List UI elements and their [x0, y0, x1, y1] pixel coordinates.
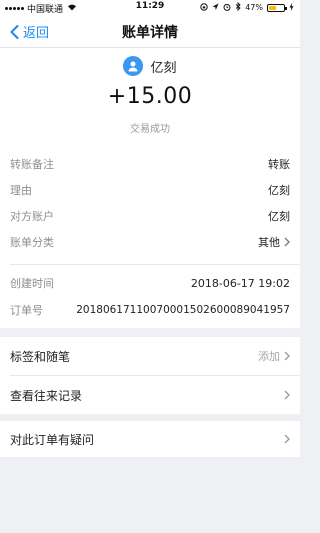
transaction-status: 交易成功: [130, 124, 170, 135]
history-right: [280, 390, 290, 400]
detail-row-category[interactable]: 账单分类 其他: [10, 230, 290, 254]
payee: 亿刻: [0, 56, 300, 76]
detail-value: 转账: [268, 158, 290, 171]
location-icon: [212, 3, 219, 13]
tags-label: 标签和随笔: [10, 349, 71, 364]
history-row[interactable]: 查看往来记录: [0, 376, 300, 414]
detail-row-created: 创建时间 2018-06-17 19:02: [10, 271, 290, 295]
status-right: 47%: [200, 1, 294, 13]
detail-value: 亿刻: [268, 210, 290, 223]
detail-value: 其他: [258, 236, 280, 249]
battery-percent: 47%: [245, 3, 263, 12]
nav-bar: 返回 账单详情: [0, 14, 300, 48]
chevron-right-icon: [284, 237, 290, 247]
actions-group: 标签和随笔 添加 查看往来记录: [0, 337, 300, 414]
detail-label: 理由: [10, 184, 32, 197]
detail-label: 账单分类: [10, 236, 54, 249]
question-group: 对此订单有疑问: [0, 421, 300, 457]
avatar: [123, 56, 144, 76]
detail-row-note: 转账备注 转账: [10, 152, 290, 176]
divider: [10, 264, 300, 265]
detail-label: 转账备注: [10, 158, 54, 171]
question-label: 对此订单有疑问: [10, 432, 95, 447]
chevron-right-icon: [284, 390, 290, 400]
detail-row-account: 对方账户 亿刻: [10, 204, 290, 228]
tags-row[interactable]: 标签和随笔 添加: [0, 337, 300, 375]
tags-hint: 添加: [258, 350, 280, 363]
bluetooth-icon: [235, 1, 241, 13]
battery-icon: [267, 3, 287, 12]
lock-rotation-icon: [200, 2, 208, 13]
detail-row-order-id: 订单号 20180617110070001502600089041957: [10, 298, 290, 322]
user-icon: [128, 61, 138, 72]
payee-name: 亿刻: [150, 60, 177, 76]
category-value-group: 其他: [258, 234, 290, 250]
page-title: 账单详情: [122, 25, 178, 41]
detail-section: 转账备注 转账 理由 亿刻 对方账户 亿刻 账单分类 其他 创建时间 2018-…: [0, 148, 300, 328]
detail-row-reason: 理由 亿刻: [10, 178, 290, 202]
detail-label: 订单号: [10, 304, 43, 317]
amount: +15.00: [107, 84, 193, 109]
chevron-right-icon: [284, 434, 290, 444]
alarm-icon: [223, 3, 231, 13]
detail-label: 对方账户: [10, 210, 54, 223]
battery-fill: [269, 5, 276, 10]
charging-icon: [289, 2, 294, 13]
detail-value: 2018-06-17 19:02: [190, 276, 290, 290]
history-label: 查看往来记录: [10, 388, 83, 403]
summary-card: 亿刻 +15.00 交易成功: [0, 48, 300, 148]
chevron-right-icon: [284, 351, 290, 361]
detail-value: 20180617110070001502600089041957: [76, 304, 290, 316]
question-right: [280, 434, 290, 444]
detail-value: 亿刻: [268, 184, 290, 197]
detail-label: 创建时间: [10, 277, 54, 290]
tags-right: 添加: [258, 348, 290, 364]
question-row[interactable]: 对此订单有疑问: [0, 421, 300, 457]
status-bar: 中国联通 11:29 47%: [0, 0, 300, 15]
